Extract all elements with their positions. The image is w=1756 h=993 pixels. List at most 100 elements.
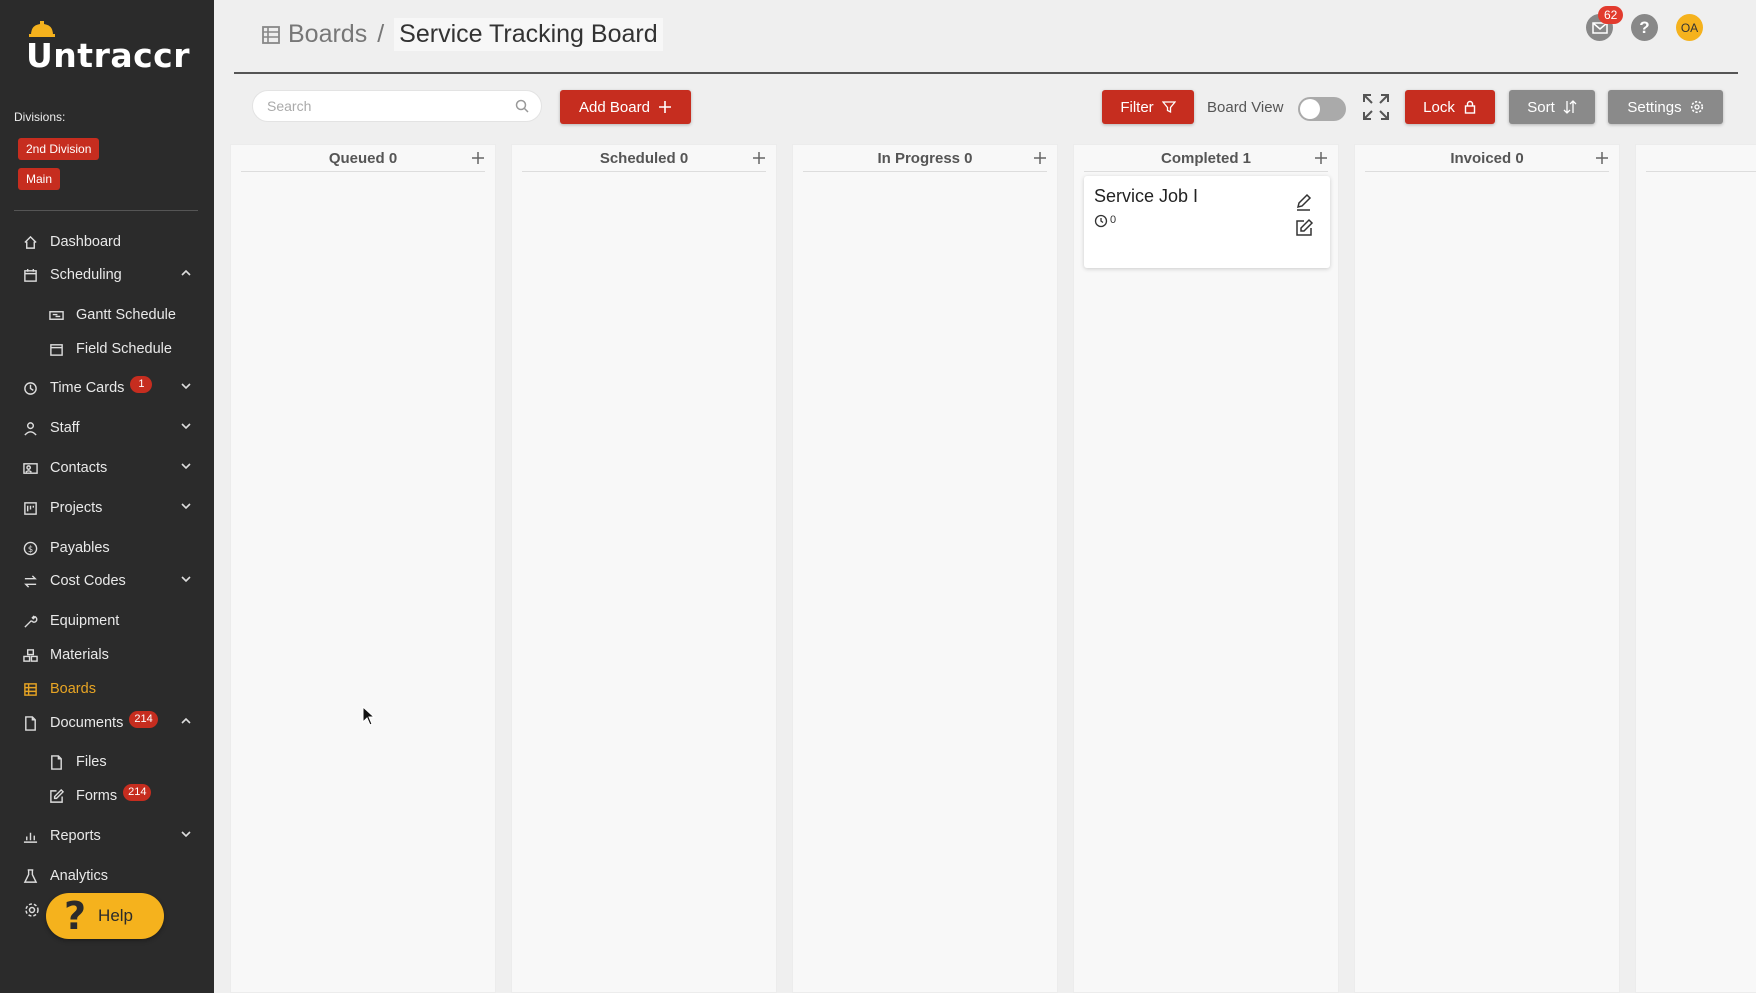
- toggle-knob: [1300, 99, 1320, 119]
- sidebar-item-cost-codes[interactable]: Cost Codes: [22, 568, 198, 594]
- lock-button[interactable]: Lock: [1405, 90, 1495, 124]
- sidebar-item-gantt-schedule[interactable]: Gantt Schedule: [48, 302, 198, 328]
- board-card[interactable]: Service Job I 0: [1084, 176, 1330, 268]
- hard-hat-icon: [29, 21, 55, 37]
- sidebar-item-scheduling[interactable]: Scheduling: [22, 262, 198, 288]
- column-title: Scheduled 0: [599, 149, 689, 167]
- edit-square-icon[interactable]: [1294, 218, 1314, 238]
- sidebar-item-dashboard[interactable]: Dashboard: [22, 229, 198, 255]
- help-button[interactable]: ? Help: [46, 893, 164, 939]
- chart-icon: [22, 828, 38, 844]
- sidebar-divider: [14, 210, 198, 211]
- chevron-up-icon[interactable]: [180, 715, 192, 727]
- help-circle[interactable]: ?: [1631, 14, 1658, 41]
- column-title: In Progress 0: [877, 149, 973, 167]
- settings-gear-icon[interactable]: [24, 902, 40, 918]
- dollar-icon: $: [22, 540, 38, 556]
- sidebar-item-label: Files: [76, 754, 107, 770]
- sidebar-item-equipment[interactable]: Equipment: [22, 608, 198, 634]
- sidebar-item-label: Projects: [50, 500, 103, 516]
- sidebar-item-forms[interactable]: Forms 214: [48, 783, 198, 809]
- page-title[interactable]: Service Tracking Board: [394, 18, 663, 51]
- column-title: Completed 1: [1160, 149, 1251, 167]
- board-icon: [22, 681, 38, 697]
- sidebar-item-boards[interactable]: Boards: [22, 676, 198, 702]
- sort-icon: [1563, 100, 1577, 114]
- notification-count-badge: 62: [1598, 6, 1624, 24]
- filter-label: Filter: [1120, 98, 1154, 116]
- chevron-down-icon[interactable]: [180, 828, 192, 840]
- settings-button[interactable]: Settings: [1608, 90, 1723, 124]
- add-card-icon[interactable]: [1031, 149, 1049, 167]
- column-header: Scheduled 0: [522, 145, 766, 172]
- search-box[interactable]: [252, 90, 542, 122]
- form-icon: [48, 788, 64, 804]
- chevron-down-icon[interactable]: [180, 380, 192, 392]
- plus-icon: [658, 100, 672, 114]
- sidebar-item-label: Forms: [76, 788, 118, 804]
- search-icon[interactable]: [515, 99, 529, 113]
- project-icon: [22, 500, 38, 516]
- board-view-toggle[interactable]: [1298, 97, 1346, 121]
- board-column-in-progress: In Progress 0: [792, 144, 1058, 993]
- sidebar-item-analytics[interactable]: Analytics: [22, 863, 198, 889]
- breadcrumb: Boards / Service Tracking Board: [260, 18, 663, 51]
- column-header: Completed 1: [1084, 145, 1328, 172]
- sidebar-item-payables[interactable]: $ Payables: [22, 535, 198, 561]
- materials-icon: [22, 647, 38, 663]
- clock-icon: [1094, 214, 1108, 228]
- pencil-icon[interactable]: [1294, 192, 1314, 212]
- avatar-initials[interactable]: OA: [1676, 14, 1703, 41]
- avatar[interactable]: OA: [1676, 14, 1703, 41]
- sidebar-item-time-cards[interactable]: Time Cards 1: [22, 375, 198, 401]
- sidebar-item-reports[interactable]: Reports: [22, 823, 198, 849]
- add-board-button[interactable]: Add Board: [560, 90, 691, 124]
- notifications[interactable]: 62: [1586, 6, 1624, 41]
- sort-label: Sort: [1527, 98, 1555, 116]
- sidebar-item-label: Boards: [50, 681, 96, 697]
- sidebar-item-contacts[interactable]: Contacts: [22, 455, 198, 481]
- clock-icon: [22, 380, 38, 396]
- sidebar-item-projects[interactable]: Projects: [22, 495, 198, 521]
- add-card-icon[interactable]: [750, 149, 768, 167]
- chevron-down-icon[interactable]: [180, 573, 192, 585]
- sidebar-item-field-schedule[interactable]: Field Schedule: [48, 336, 198, 362]
- add-board-label: Add Board: [579, 98, 650, 116]
- header-divider: [234, 72, 1738, 74]
- add-card-icon[interactable]: [1312, 149, 1330, 167]
- card-time-count: 0: [1110, 213, 1117, 226]
- division-tag-2nd-division[interactable]: 2nd Division: [18, 138, 100, 160]
- question-circle-icon[interactable]: ?: [1631, 14, 1658, 41]
- flask-icon: [22, 868, 38, 884]
- breadcrumb-separator: /: [377, 20, 385, 48]
- card-time: 0: [1094, 214, 1116, 228]
- chevron-down-icon[interactable]: [180, 500, 192, 512]
- sidebar-item-documents[interactable]: Documents 214: [22, 710, 198, 736]
- svg-text:$: $: [27, 543, 32, 553]
- board-view-label: Board View: [1207, 99, 1284, 116]
- breadcrumb-root[interactable]: Boards: [288, 20, 367, 49]
- column-title: Invoiced 0: [1450, 149, 1524, 167]
- sidebar-item-files[interactable]: Files: [48, 749, 198, 775]
- fullscreen-icon[interactable]: [1362, 93, 1390, 121]
- sort-button[interactable]: Sort: [1509, 90, 1595, 124]
- board-column-partial: P: [1635, 144, 1756, 993]
- sidebar-item-label: Gantt Schedule: [76, 307, 176, 323]
- app-logo[interactable]: Untraccr: [26, 21, 190, 72]
- file-icon: [48, 754, 64, 770]
- chevron-down-icon[interactable]: [180, 460, 192, 472]
- column-title: Queued 0: [328, 149, 398, 167]
- documents-badge: 214: [129, 710, 158, 728]
- sidebar-item-label: Cost Codes: [50, 573, 126, 589]
- sidebar-item-materials[interactable]: Materials: [22, 642, 198, 668]
- chevron-down-icon[interactable]: [180, 420, 192, 432]
- add-card-icon[interactable]: [1593, 149, 1611, 167]
- sidebar-item-staff[interactable]: Staff: [22, 415, 198, 441]
- column-header: In Progress 0: [803, 145, 1047, 172]
- division-tag-main[interactable]: Main: [18, 168, 61, 190]
- board-icon: [262, 25, 280, 44]
- search-input[interactable]: [265, 97, 515, 115]
- filter-button[interactable]: Filter: [1102, 90, 1194, 124]
- chevron-up-icon[interactable]: [180, 267, 192, 279]
- add-card-icon[interactable]: [469, 149, 487, 167]
